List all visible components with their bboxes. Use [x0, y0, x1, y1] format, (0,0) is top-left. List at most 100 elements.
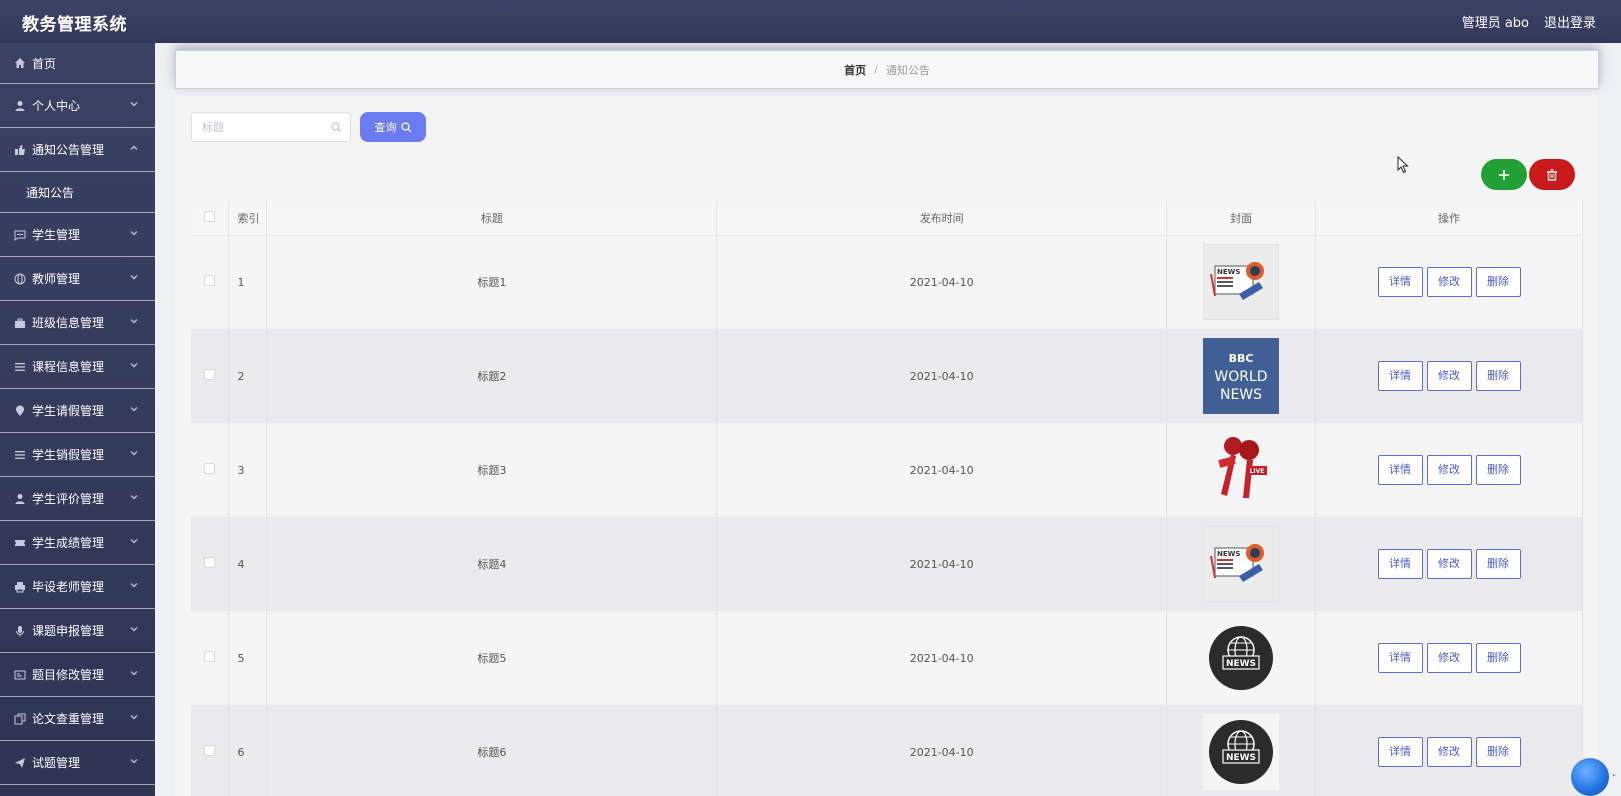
- news-paper-cover[interactable]: NEWS: [1203, 244, 1280, 321]
- sidebar-item-grade-management[interactable]: 学生成绩管理: [0, 521, 155, 565]
- sidebar-item-label: 试题管理: [32, 756, 81, 770]
- sidebar-item-title-change-management[interactable]: 题目修改管理: [0, 653, 155, 697]
- sidebar-item-notice-management[interactable]: 通知公告管理: [0, 128, 155, 172]
- sidebar-item-teacher-management[interactable]: 教师管理: [0, 257, 155, 301]
- sidebar-subitem-notice[interactable]: 通知公告: [0, 172, 155, 213]
- chevron-down-icon: [129, 535, 139, 545]
- edit-button[interactable]: 修改: [1426, 267, 1472, 298]
- breadcrumb-home[interactable]: 首页: [844, 62, 866, 78]
- row-checkbox[interactable]: [204, 463, 216, 474]
- delete-button[interactable]: 删除: [1475, 455, 1521, 485]
- row-cover-cell: NEWS: [1166, 235, 1317, 329]
- row-actions: 详情 修改 删除: [1315, 235, 1583, 329]
- logout-button[interactable]: 退出登录: [1544, 12, 1596, 31]
- sidebar-item-label: 首页: [32, 56, 57, 71]
- row-cover-cell: LIVE: [1166, 423, 1317, 517]
- row-checkbox[interactable]: [204, 651, 216, 662]
- news-globe-cover[interactable]: NEWS: [1203, 714, 1280, 790]
- row-checkbox[interactable]: [204, 745, 216, 756]
- top-bar: 教务管理系统 管理员 abo 退出登录: [0, 0, 1621, 43]
- bbc-world-news-cover[interactable]: BBC WORLD NEWS: [1203, 338, 1280, 414]
- row-checkbox[interactable]: [204, 275, 216, 287]
- sidebar-item-return-management[interactable]: 学生销假管理: [0, 433, 155, 477]
- detail-button[interactable]: 详情: [1377, 549, 1423, 579]
- row-time: 2021-04-10: [716, 611, 1168, 705]
- sidebar-item-home[interactable]: 首页: [0, 43, 155, 84]
- sidebar-item-label: 个人中心: [32, 99, 81, 113]
- search-icon: [400, 121, 411, 132]
- edit-button[interactable]: 修改: [1426, 549, 1472, 579]
- row-title: 标题4: [266, 517, 718, 611]
- table-row: 1 标题1 2021-04-10 NEWS 详情 修改 删除: [191, 235, 1583, 329]
- mouse-cursor-icon: [1397, 156, 1409, 174]
- detail-button[interactable]: 详情: [1377, 455, 1423, 485]
- chevron-down-icon: [129, 755, 139, 765]
- row-time: 2021-04-10: [716, 235, 1168, 329]
- row-cover-cell: BBC WORLD NEWS: [1166, 329, 1317, 423]
- row-checkbox[interactable]: [204, 369, 216, 380]
- sidebar-item-evaluation-management[interactable]: 学生评价管理: [0, 477, 155, 521]
- row-checkbox-cell: [191, 423, 230, 517]
- delete-button[interactable]: 删除: [1475, 643, 1521, 673]
- sidebar-item-course-management[interactable]: 课程信息管理: [0, 345, 155, 389]
- row-checkbox[interactable]: [204, 557, 216, 568]
- header-time: 发布时间: [716, 201, 1168, 236]
- breadcrumb-separator: /: [874, 63, 878, 76]
- news-label: NEWS: [1226, 659, 1256, 669]
- chevron-down-icon: [129, 491, 139, 501]
- sidebar-item-exam-management[interactable]: 试题管理: [0, 741, 155, 785]
- edit-button[interactable]: 修改: [1426, 361, 1472, 391]
- sidebar-item-plagiarism-management[interactable]: 论文查重管理: [0, 697, 155, 741]
- sidebar-item-advisor-management[interactable]: 毕设老师管理: [0, 565, 155, 609]
- detail-button[interactable]: 详情: [1377, 643, 1423, 673]
- query-button[interactable]: 查询: [360, 112, 426, 142]
- search-input[interactable]: [192, 113, 322, 141]
- row-cover-cell: NEWS: [1166, 705, 1317, 796]
- sidebar-item-topic-management[interactable]: 课题申报管理: [0, 609, 155, 653]
- floating-assistant-button[interactable]: [1571, 758, 1609, 796]
- delete-button[interactable]: 删除: [1475, 737, 1521, 767]
- row-title: 标题5: [266, 611, 718, 705]
- location-icon: [14, 405, 26, 417]
- delete-button[interactable]: 删除: [1475, 549, 1521, 579]
- search-field[interactable]: [191, 112, 351, 142]
- sidebar-item-student-management[interactable]: 学生管理: [0, 213, 155, 257]
- row-index: 3: [228, 423, 268, 517]
- delete-button[interactable]: 删除: [1475, 267, 1521, 298]
- app-title: 教务管理系统: [22, 15, 127, 35]
- delete-button[interactable]: 删除: [1475, 361, 1521, 391]
- add-button[interactable]: [1481, 159, 1527, 190]
- news-label: NEWS: [1217, 550, 1240, 558]
- select-all-checkbox[interactable]: [204, 210, 216, 222]
- row-index: 4: [228, 517, 268, 611]
- sidebar-item-personal-center[interactable]: 个人中心: [0, 84, 155, 128]
- sidebar-item-class-management[interactable]: 班级信息管理: [0, 301, 155, 345]
- news-label: NEWS: [1217, 268, 1240, 276]
- sidebar-item-leave-management[interactable]: 学生请假管理: [0, 389, 155, 433]
- row-actions: 详情 修改 删除: [1315, 517, 1583, 611]
- detail-button[interactable]: 详情: [1377, 361, 1423, 391]
- chevron-down-icon: [129, 359, 139, 369]
- row-time: 2021-04-10: [716, 517, 1168, 611]
- batch-delete-button[interactable]: [1529, 159, 1575, 190]
- edit-button[interactable]: 修改: [1426, 737, 1472, 767]
- row-title: 标题1: [266, 235, 718, 329]
- row-checkbox-cell: [191, 517, 230, 611]
- home-icon: [14, 57, 26, 69]
- detail-button[interactable]: 详情: [1377, 737, 1423, 767]
- row-actions: 详情 修改 删除: [1315, 329, 1583, 423]
- row-cover-cell: NEWS: [1166, 517, 1317, 611]
- sidebar-item-label: 课题申报管理: [32, 624, 105, 638]
- row-checkbox-cell: [191, 235, 230, 329]
- news-globe-cover[interactable]: NEWS: [1203, 620, 1280, 696]
- sidebar: 首页 个人中心 通知公告管理 通知公告 学生管理 教师管理 班级信息管理 课程信…: [0, 43, 155, 796]
- live-microphones-cover[interactable]: LIVE: [1203, 432, 1280, 508]
- chevron-down-icon: [129, 271, 139, 281]
- news-paper-cover[interactable]: NEWS: [1203, 526, 1280, 602]
- edit-button[interactable]: 修改: [1426, 643, 1472, 673]
- chevron-down-icon: [129, 711, 139, 721]
- edit-button[interactable]: 修改: [1426, 455, 1472, 485]
- news-label: NEWS: [1220, 387, 1262, 403]
- detail-button[interactable]: 详情: [1377, 267, 1423, 298]
- search-icon: [331, 122, 342, 133]
